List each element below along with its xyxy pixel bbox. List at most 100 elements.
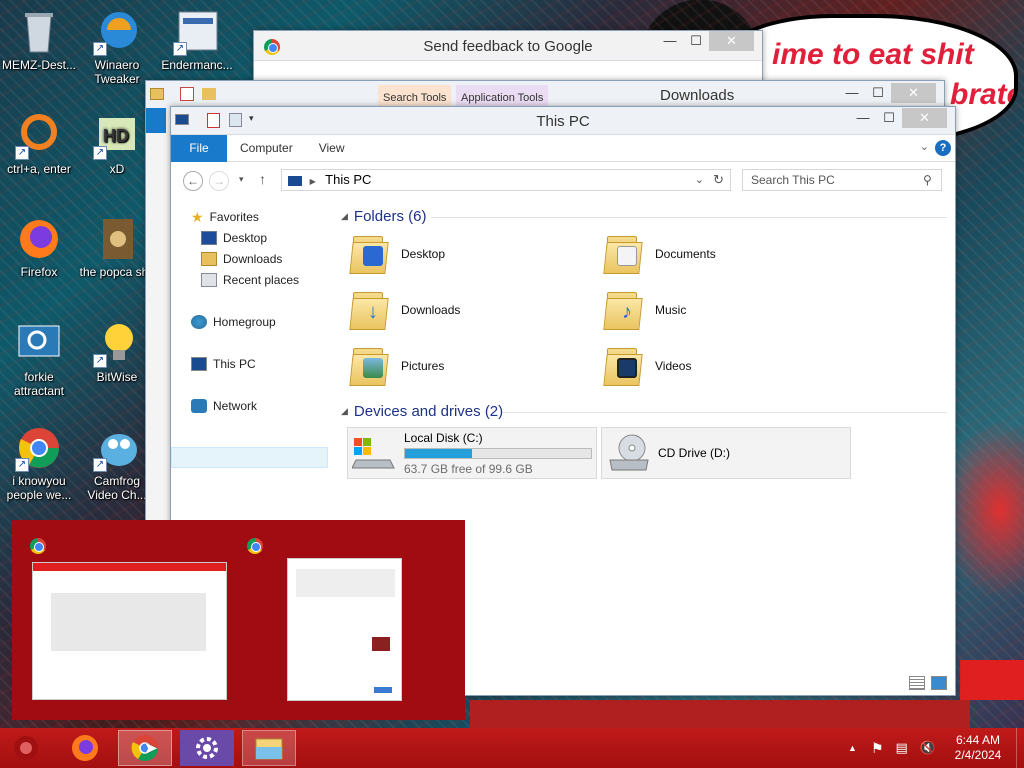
maximize-button[interactable]: ☐ [876, 108, 902, 128]
settings-icon [15, 320, 63, 368]
tab-application-tools[interactable]: Application Tools [456, 85, 549, 108]
close-button[interactable]: ✕ [891, 83, 936, 103]
folders-group-header[interactable]: ◢ Folders (6) [341, 208, 426, 225]
taskbar-file-explorer[interactable] [242, 730, 296, 766]
back-button[interactable]: ← [183, 171, 203, 191]
nav-item-downloads[interactable]: Downloads [201, 249, 282, 269]
folder-label: Desktop [401, 247, 446, 261]
folder-documents[interactable]: Documents [603, 229, 716, 279]
chrome-icon [30, 538, 46, 554]
drive-free-space: 63.7 GB free of 99.6 GB [404, 462, 533, 476]
nav-label: Recent places [223, 273, 300, 287]
desktop-icon-firefox[interactable]: Firefox [0, 215, 78, 279]
desktop-icon-label: Firefox [20, 265, 58, 279]
refresh-icon[interactable]: ↻ [713, 170, 724, 190]
forward-button[interactable]: → [209, 171, 229, 191]
firefox-icon [72, 735, 98, 761]
downloads-ribbon-strip [146, 108, 166, 133]
up-button[interactable]: ↑ [259, 171, 266, 187]
desktop-icon-label: BitWise [96, 370, 138, 384]
tab-search-tools[interactable]: Search Tools [378, 85, 452, 108]
gear-icon [196, 737, 218, 759]
downloads-title: Downloads [660, 87, 735, 104]
desktop-folder-icon [349, 234, 389, 274]
folder-videos[interactable]: Videos [603, 341, 691, 391]
thumbnail-chrome-2[interactable] [247, 538, 427, 708]
close-button[interactable]: ✕ [709, 31, 754, 51]
minimize-button[interactable]: — [657, 31, 683, 51]
maximize-button[interactable]: ☐ [683, 31, 709, 51]
maximize-button[interactable]: ☐ [865, 83, 891, 103]
folder-pictures[interactable]: Pictures [349, 341, 445, 391]
folder-music[interactable]: ♪ Music [603, 285, 686, 335]
drive-d[interactable]: CD Drive (D:) [601, 427, 851, 479]
nav-item-network[interactable]: Network [191, 396, 257, 416]
folder-icon [150, 88, 164, 100]
taskbar: ➤ ▲ ⚑ ▤ 🔇 6:44 AM 2/4/2024 [0, 728, 1024, 768]
minimize-button[interactable]: — [839, 83, 865, 103]
chrome-icon: ↗ [15, 424, 63, 472]
taskbar-settings[interactable] [180, 730, 234, 766]
nav-item-this-pc[interactable]: This PC [191, 354, 256, 374]
nav-item-favorites[interactable]: ★ Favorites [191, 207, 259, 227]
properties-icon [180, 87, 194, 101]
desktop-icon-ctrl-a[interactable]: ↗ ctrl+a, enter [0, 112, 78, 176]
address-dropdown-icon[interactable]: ⌄ [695, 170, 704, 190]
downloads-titlebar[interactable]: Search Tools Application Tools Downloads… [146, 81, 944, 108]
file-explorer-icon [255, 738, 283, 760]
desktop-icon-winaero[interactable]: ↗ Winaero Tweaker [78, 8, 156, 86]
desktop-icon-chrome[interactable]: ↗ i knowyou people we... [0, 424, 78, 502]
desktop-icon-label: the popca shit [79, 265, 155, 279]
nav-item-homegroup[interactable]: Homegroup [191, 312, 276, 332]
thumbnail-preview [287, 558, 402, 701]
feedback-titlebar[interactable]: Send feedback to Google — ☐ ✕ [254, 31, 762, 61]
minimize-button[interactable]: — [850, 108, 876, 128]
folder-desktop[interactable]: Desktop [349, 229, 446, 279]
help-icon[interactable]: ? [935, 140, 951, 156]
desktop-icon-label: Winaero Tweaker [94, 58, 140, 86]
network-icon[interactable]: ▤ [896, 740, 908, 756]
cd-drive-icon [608, 432, 650, 474]
show-hidden-icons[interactable]: ▲ [848, 743, 857, 753]
tab-computer[interactable]: Computer [227, 135, 306, 162]
tab-view[interactable]: View [306, 135, 358, 162]
folder-downloads[interactable]: ↓ Downloads [349, 285, 461, 335]
desktop-icon-endermanc[interactable]: ↗ Endermanc... [158, 8, 236, 72]
firefox-icon [15, 215, 63, 263]
thumbnail-chrome-1[interactable] [30, 538, 230, 708]
show-desktop-button[interactable] [1016, 728, 1024, 768]
camfrog-icon: ↗ [93, 424, 141, 472]
address-bar[interactable]: ▶ This PC ⌄ ↻ [281, 169, 731, 191]
drive-c[interactable]: Local Disk (C:) 63.7 GB free of 99.6 GB [347, 427, 597, 479]
explorer-titlebar[interactable]: ▾ This PC — ☐ ✕ [171, 107, 955, 135]
start-button[interactable] [0, 730, 52, 766]
explorer-title: This PC [536, 113, 590, 130]
close-button[interactable]: ✕ [902, 108, 947, 128]
downloads-folder-icon: ↓ [349, 290, 389, 330]
clock[interactable]: 6:44 AM 2/4/2024 [940, 733, 1016, 763]
desktop-icon-label: Camfrog Video Ch... [87, 474, 147, 502]
drives-group-header[interactable]: ◢ Devices and drives (2) [341, 403, 503, 420]
nav-item-desktop[interactable]: Desktop [201, 228, 267, 248]
wallpaper-text-banner [470, 700, 970, 728]
recent-locations-icon[interactable]: ▾ [239, 174, 244, 185]
large-icons-view-icon[interactable] [931, 676, 947, 690]
ribbon-expand-icon[interactable]: ⌄ [920, 140, 929, 153]
nav-selection-highlight [171, 447, 328, 468]
mouse-cursor-icon: ➤ [143, 738, 159, 758]
details-view-icon[interactable] [909, 676, 925, 690]
search-input[interactable]: Search This PC [742, 169, 942, 191]
breadcrumb[interactable]: This PC [325, 172, 371, 187]
desktop-icon-memz[interactable]: MEMZ-Dest... [0, 8, 78, 72]
group-title: Devices and drives (2) [353, 403, 504, 420]
group-divider [503, 412, 947, 413]
desktop-icon-forkie[interactable]: forkie attractant [0, 320, 78, 398]
breadcrumb-separator-icon[interactable]: ▶ [310, 177, 316, 186]
volume-muted-icon[interactable]: 🔇 [920, 740, 936, 756]
tab-file[interactable]: File [171, 134, 227, 162]
taskbar-firefox[interactable] [58, 730, 112, 766]
folder-label: Pictures [401, 359, 445, 373]
nav-item-recent[interactable]: Recent places [201, 270, 299, 290]
folder-label: Downloads [401, 303, 461, 317]
action-center-flag-icon[interactable]: ⚑ [871, 740, 884, 757]
